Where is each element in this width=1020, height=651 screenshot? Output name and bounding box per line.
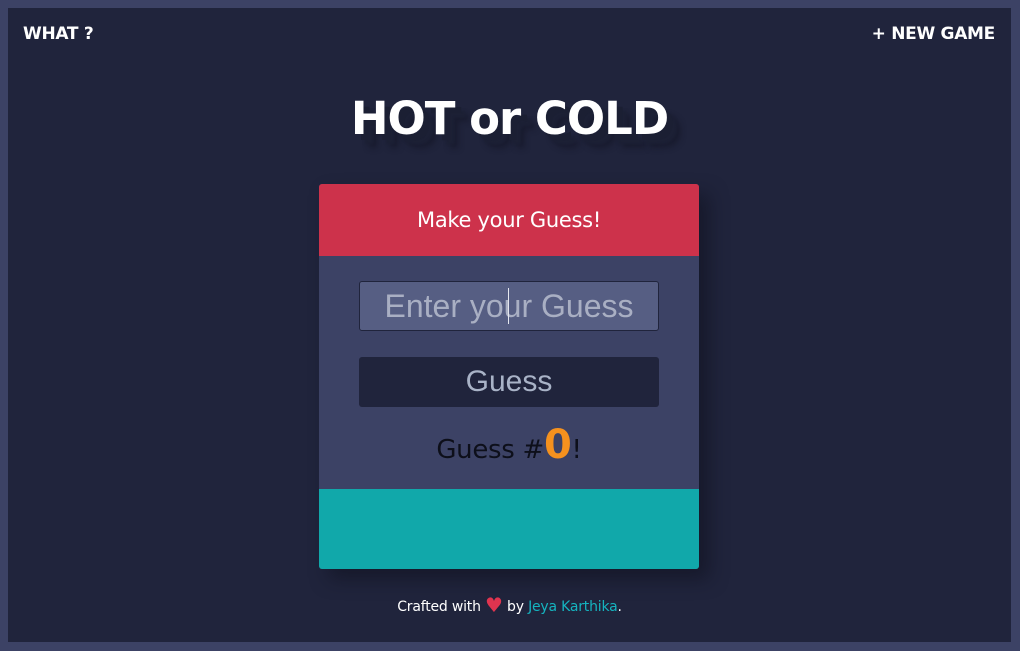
heart-icon: ♥ (485, 593, 503, 617)
text-caret (508, 288, 509, 324)
author-link[interactable]: Jeya Karthika (528, 599, 618, 615)
counter-suffix: ! (571, 435, 582, 465)
page-title: HOT or COLD (350, 92, 669, 145)
guess-input[interactable] (359, 281, 659, 331)
footer: Crafted with ♥ by Jeya Karthika. (8, 593, 1011, 617)
feedback-panel (319, 489, 699, 569)
footer-prefix: Crafted with (397, 599, 481, 615)
guess-counter: Guess #0! (319, 422, 699, 468)
card-header: Make your Guess! (319, 184, 699, 256)
counter-value: 0 (544, 422, 572, 468)
game-frame: WHAT ? + NEW GAME HOT or COLD Make your … (8, 8, 1011, 642)
guess-card: Make your Guess! Guess Guess #0! (319, 184, 699, 569)
footer-by: by (507, 599, 524, 615)
counter-prefix: Guess # (436, 435, 544, 465)
guess-button[interactable]: Guess (359, 357, 659, 407)
new-game-link[interactable]: + NEW GAME (872, 24, 996, 44)
what-link[interactable]: WHAT ? (23, 24, 94, 44)
footer-suffix: . (617, 599, 622, 615)
